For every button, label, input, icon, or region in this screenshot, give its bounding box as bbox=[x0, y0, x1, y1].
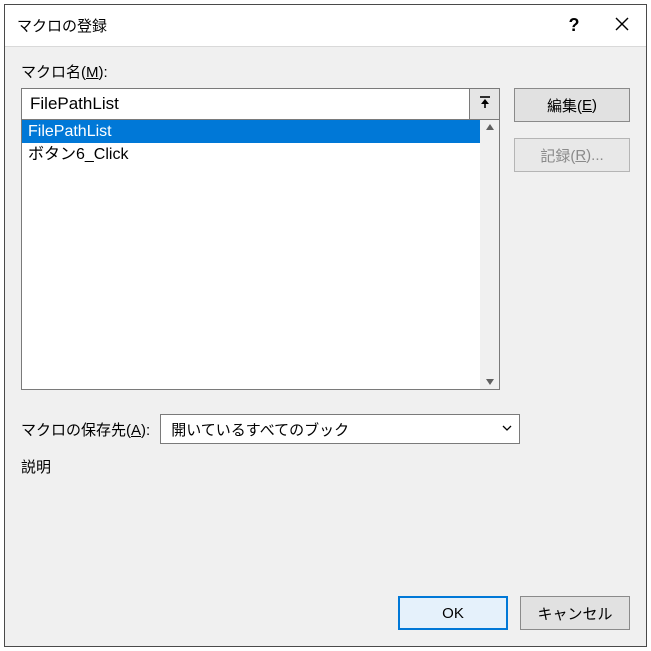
close-button[interactable] bbox=[598, 5, 646, 47]
scroll-down-icon[interactable] bbox=[485, 377, 495, 387]
combobox-value: 開いているすべてのブック bbox=[171, 419, 349, 440]
list-item[interactable]: ボタン6_Click bbox=[22, 143, 480, 166]
list-item[interactable]: FilePathList bbox=[22, 120, 480, 143]
macro-listbox[interactable]: FilePathListボタン6_Click bbox=[21, 120, 500, 390]
description-label: 説明 bbox=[21, 456, 630, 477]
macro-name-label: マクロ名(M): bbox=[21, 61, 630, 82]
edit-button[interactable]: 編集(E) bbox=[514, 88, 630, 122]
close-icon bbox=[615, 17, 629, 35]
dialog-body: マクロ名(M): FilePathListボタン6_Click bbox=[5, 47, 646, 646]
cancel-button[interactable]: キャンセル bbox=[520, 596, 630, 630]
record-button: 記録(R)... bbox=[514, 138, 630, 172]
scroll-up-icon[interactable] bbox=[485, 122, 495, 132]
help-button[interactable]: ? bbox=[550, 5, 598, 47]
macros-in-combobox[interactable]: 開いているすべてのブック bbox=[160, 414, 520, 444]
ok-button[interactable]: OK bbox=[398, 596, 508, 630]
chevron-down-icon bbox=[501, 421, 513, 438]
dialog-title: マクロの登録 bbox=[17, 15, 550, 36]
scrollbar[interactable] bbox=[480, 120, 499, 389]
macro-name-input[interactable] bbox=[21, 88, 470, 120]
assign-macro-dialog: マクロの登録 ? マクロ名(M): bbox=[4, 4, 647, 647]
macros-in-label: マクロの保存先(A): bbox=[21, 419, 150, 440]
upload-icon bbox=[478, 95, 492, 113]
titlebar: マクロの登録 ? bbox=[5, 5, 646, 47]
reference-button[interactable] bbox=[470, 88, 500, 120]
